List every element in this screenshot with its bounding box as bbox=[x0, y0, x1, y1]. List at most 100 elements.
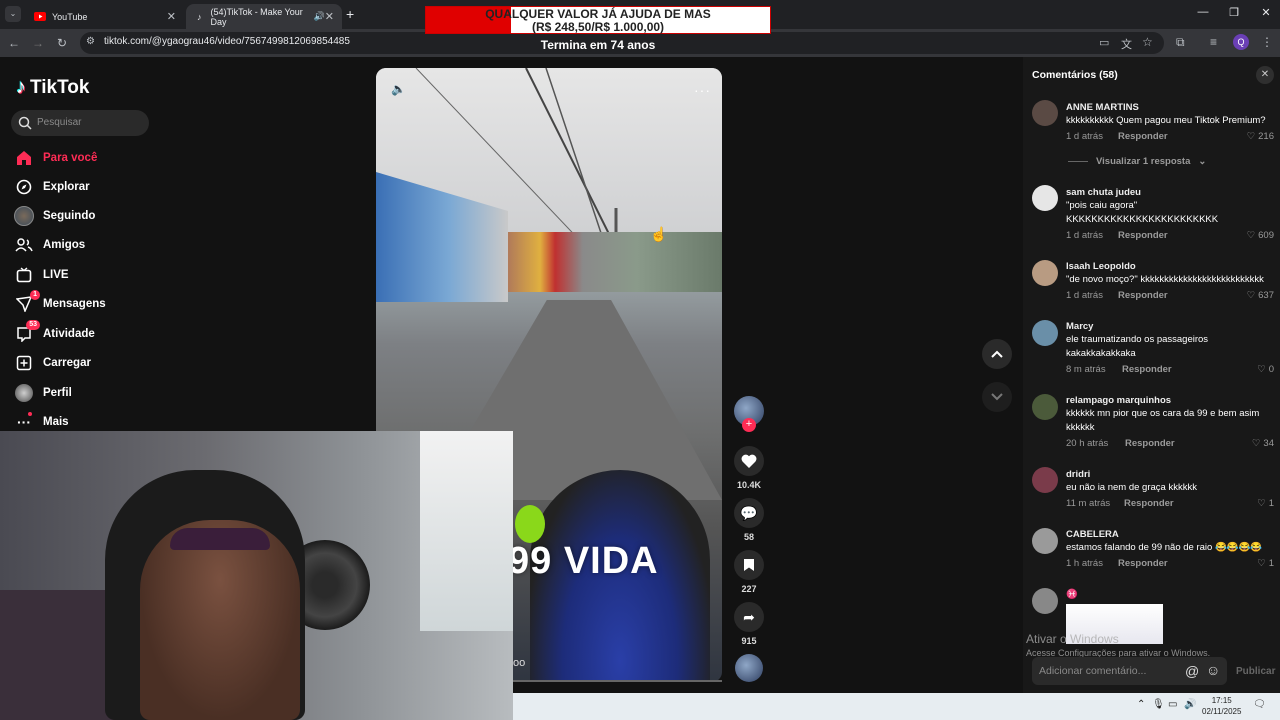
sidebar-item-carregar[interactable]: Carregar bbox=[14, 352, 91, 374]
comment-like[interactable]: ♡ 637 bbox=[1247, 290, 1274, 301]
clock-date: 02/11/2025 bbox=[1202, 707, 1242, 716]
comment-like[interactable]: ♡ 0 bbox=[1257, 364, 1274, 375]
comment-time: 1 d atrás bbox=[1066, 230, 1103, 241]
reply-button[interactable]: Responder bbox=[1118, 558, 1168, 569]
new-tab-button[interactable]: + bbox=[346, 6, 354, 22]
save-button[interactable]: 227 bbox=[733, 550, 765, 594]
comment-avatar[interactable] bbox=[1032, 588, 1058, 614]
reply-button[interactable]: Responder bbox=[1125, 438, 1175, 449]
comment-avatar[interactable] bbox=[1032, 467, 1058, 493]
tiktok-logo[interactable]: ♪ TikTok bbox=[16, 76, 89, 99]
sidebar-item-para-voce[interactable]: Para você bbox=[14, 147, 97, 169]
view-replies-button[interactable]: Visualizar 1 resposta ⌄ bbox=[1068, 156, 1206, 167]
comment-avatar[interactable] bbox=[1032, 394, 1058, 420]
comment-like[interactable]: ♡ 1 bbox=[1257, 498, 1274, 509]
sidebar-item-label: Carregar bbox=[43, 357, 91, 369]
reload-icon[interactable]: ↻ bbox=[54, 35, 70, 51]
webcam-window bbox=[420, 431, 513, 631]
comments-panel bbox=[1023, 57, 1280, 693]
minimize-button[interactable]: — bbox=[1193, 6, 1213, 22]
heart-outline-icon: ♡ bbox=[1246, 290, 1256, 301]
comment-username[interactable]: Isaah Leopoldo bbox=[1066, 261, 1136, 272]
follow-plus-icon[interactable]: + bbox=[742, 418, 756, 432]
sidebar-item-mais[interactable]: ··· Mais bbox=[14, 411, 69, 433]
network-icon[interactable]: ▭ bbox=[1168, 699, 1177, 710]
publish-button[interactable]: Publicar bbox=[1236, 666, 1275, 677]
next-video-button[interactable] bbox=[982, 382, 1012, 412]
messages-badge: 1 bbox=[30, 290, 40, 300]
comment-username[interactable]: CABELERA bbox=[1066, 529, 1119, 540]
comment-avatar[interactable] bbox=[1032, 260, 1058, 286]
sidebar-item-amigos[interactable]: Amigos bbox=[14, 234, 85, 256]
mention-icon[interactable]: @ bbox=[1185, 663, 1199, 679]
comment-username[interactable]: dridri bbox=[1066, 469, 1090, 480]
forward-icon[interactable]: → bbox=[30, 35, 46, 51]
profile-avatar[interactable]: Q bbox=[1233, 34, 1249, 50]
browser-menu-icon[interactable]: ⋮ bbox=[1261, 35, 1273, 49]
comment-username[interactable]: ♓ bbox=[1066, 589, 1078, 600]
upload-icon bbox=[14, 353, 34, 373]
comment-like[interactable]: ♡ 34 bbox=[1252, 438, 1274, 449]
sidebar-item-mensagens[interactable]: 1 Mensagens bbox=[14, 290, 106, 315]
like-count: 0 bbox=[1268, 364, 1274, 375]
comment-username[interactable]: sam chuta judeu bbox=[1066, 187, 1141, 198]
reply-button[interactable]: Responder bbox=[1118, 230, 1168, 241]
emoji-icon[interactable]: ☺ bbox=[1206, 662, 1220, 678]
tab-tiktok[interactable]: ♪ (54)TikTok - Make Your Day 🔊 ✕ bbox=[186, 4, 342, 29]
tab-youtube[interactable]: YouTube ✕ bbox=[26, 4, 184, 29]
translate-icon[interactable]: 文 bbox=[1121, 36, 1132, 52]
comment-avatar[interactable] bbox=[1032, 528, 1058, 554]
comment-avatar[interactable] bbox=[1032, 320, 1058, 346]
comment-avatar[interactable] bbox=[1032, 185, 1058, 211]
previous-video-button[interactable] bbox=[982, 339, 1012, 369]
close-comments-icon[interactable]: ✕ bbox=[1256, 66, 1274, 84]
close-tab-icon[interactable]: ✕ bbox=[167, 10, 176, 23]
speaker-icon[interactable]: 🔊 bbox=[1184, 699, 1196, 710]
back-icon[interactable]: ← bbox=[6, 35, 22, 51]
sidebar-item-perfil[interactable]: Perfil bbox=[14, 382, 72, 404]
comment-username[interactable]: relampago marquinhos bbox=[1066, 395, 1171, 406]
like-button[interactable]: 10.4K bbox=[733, 446, 765, 490]
extensions-icon[interactable]: ⧉ bbox=[1176, 35, 1185, 50]
reading-list-icon[interactable]: ≡ bbox=[1210, 35, 1217, 49]
reply-button[interactable]: Responder bbox=[1122, 364, 1172, 375]
creator-avatar[interactable]: + bbox=[733, 396, 765, 432]
more-options-icon[interactable]: ··· bbox=[694, 82, 711, 98]
sidebar-item-seguindo[interactable]: Seguindo bbox=[14, 205, 95, 227]
bookmark-star-icon[interactable]: ☆ bbox=[1142, 35, 1153, 49]
restore-button[interactable]: ❐ bbox=[1224, 6, 1244, 22]
microphone-icon[interactable]: 🎙 bbox=[1152, 699, 1165, 710]
comment-text: kkkkkk mn pior que os cara da 99 e bem a… bbox=[1066, 408, 1260, 433]
comment-button[interactable]: 💬 58 bbox=[733, 498, 765, 542]
reply-button[interactable]: Responder bbox=[1118, 290, 1168, 301]
sidebar-item-explorar[interactable]: Explorar bbox=[14, 176, 90, 198]
comment-like[interactable]: ♡ 609 bbox=[1247, 230, 1274, 241]
url-text[interactable]: tiktok.com/@ygaograu46/video/75674998120… bbox=[104, 36, 350, 47]
tray-overflow-icon[interactable]: ⌃ bbox=[1137, 699, 1145, 710]
site-info-icon[interactable]: ⚙ bbox=[86, 36, 95, 47]
volume-icon[interactable]: 🔈 bbox=[391, 82, 406, 96]
comment-like[interactable]: ♡ 216 bbox=[1247, 131, 1274, 142]
share-button[interactable]: ➦ 915 bbox=[733, 602, 765, 646]
reply-button[interactable]: Responder bbox=[1124, 498, 1174, 509]
comment-username[interactable]: Marcy bbox=[1066, 321, 1093, 332]
video-progress-bar[interactable] bbox=[513, 680, 722, 682]
taskbar-clock[interactable]: 17:15 02/11/2025 bbox=[1202, 695, 1241, 717]
reply-button[interactable]: Responder bbox=[1118, 131, 1168, 142]
comment-like[interactable]: ♡ 1 bbox=[1257, 558, 1274, 569]
sidebar-item-live[interactable]: LIVE bbox=[14, 264, 69, 286]
sidebar-item-atividade[interactable]: 53 Atividade bbox=[14, 320, 95, 345]
comment-username[interactable]: ANNE MARTINS bbox=[1066, 102, 1139, 113]
audio-playing-icon[interactable]: 🔊 bbox=[314, 11, 325, 22]
close-window-button[interactable]: ✕ bbox=[1256, 6, 1276, 22]
music-disc[interactable] bbox=[733, 654, 765, 682]
mouse-cursor-icon: ☝ bbox=[650, 226, 668, 242]
clock-time: 17:15 bbox=[1211, 696, 1232, 705]
cast-icon[interactable]: ▭ bbox=[1099, 36, 1109, 49]
tab-search-button[interactable]: ⌄ bbox=[5, 6, 21, 22]
comment-avatar[interactable] bbox=[1032, 100, 1058, 126]
notifications-icon[interactable]: 🗨 bbox=[1253, 699, 1266, 710]
close-tab-icon[interactable]: ✕ bbox=[325, 10, 334, 23]
heart-outline-icon: ♡ bbox=[1257, 498, 1266, 509]
like-count: 1 bbox=[1268, 498, 1274, 509]
